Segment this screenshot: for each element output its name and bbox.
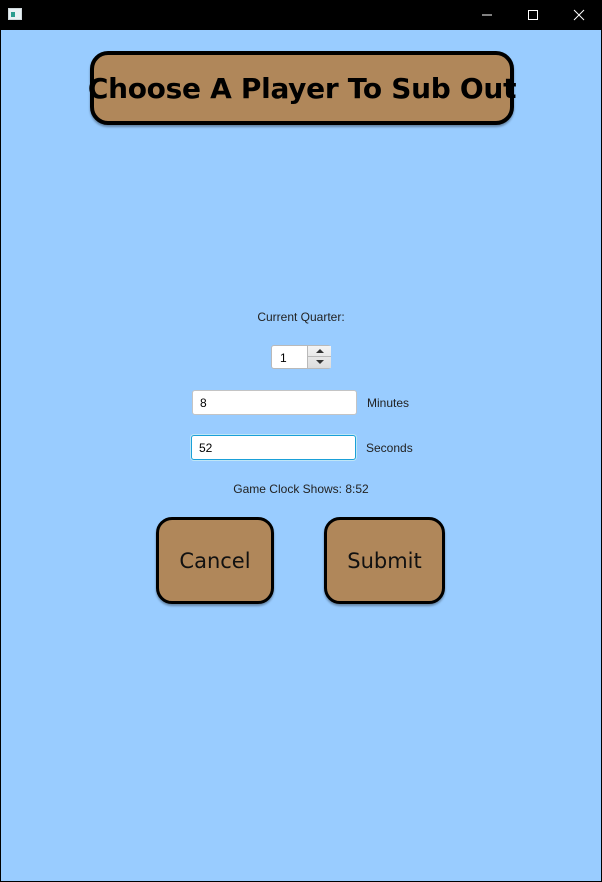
minutes-label: Minutes (367, 396, 410, 410)
quarter-value[interactable]: 1 (280, 351, 287, 365)
cancel-button[interactable]: Cancel (156, 517, 274, 604)
maximize-icon (528, 10, 538, 20)
submit-button[interactable]: Submit (324, 517, 445, 604)
seconds-label: Seconds (366, 441, 413, 455)
minimize-button[interactable] (464, 0, 510, 30)
header-banner: Choose A Player To Sub Out (87, 51, 517, 125)
quarter-spinner[interactable]: 1 (271, 345, 331, 369)
title-bar[interactable] (0, 0, 602, 30)
game-clock-label: Game Clock Shows: 8:52 (233, 482, 369, 496)
minutes-input[interactable]: 8 (192, 390, 357, 415)
quarter-label: Current Quarter: (257, 310, 345, 324)
decrement-arrow-icon[interactable] (308, 357, 331, 368)
maximize-button[interactable] (510, 0, 556, 30)
close-icon (573, 9, 585, 21)
spinner-buttons (307, 346, 331, 368)
minimize-icon (482, 14, 492, 16)
app-icon (8, 8, 22, 20)
window-content: Choose A Player To Sub Out Current Quart… (1, 30, 601, 881)
increment-arrow-icon[interactable] (308, 346, 331, 357)
seconds-input[interactable]: 52 (191, 435, 356, 460)
page-title: Choose A Player To Sub Out (87, 71, 517, 105)
close-button[interactable] (556, 0, 602, 30)
